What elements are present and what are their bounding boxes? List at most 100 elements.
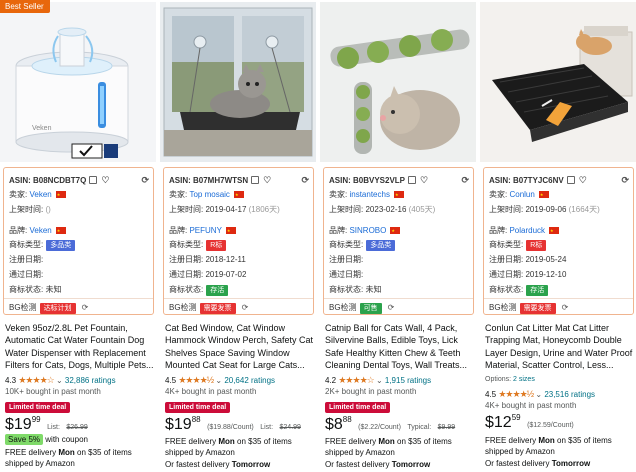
type-label: 商标类型:	[9, 240, 44, 249]
unit-price: ($19.88/Count)	[207, 424, 254, 431]
brand-link[interactable]: Polarduck	[509, 226, 545, 235]
asin-row: ASIN: B08NCDBT7Q ♡ ⟳	[9, 174, 149, 186]
product-image[interactable]	[320, 2, 476, 162]
chevron-down-icon[interactable]: ⌄	[376, 376, 383, 385]
seller-link[interactable]: Veken	[29, 190, 51, 199]
china-flag-icon	[55, 189, 66, 201]
unit-price: ($12.59/Count)	[527, 422, 574, 429]
ratings-count-link[interactable]: 1,915 ratings	[385, 376, 431, 385]
star-rating-icon[interactable]: ★★★★☆	[18, 375, 54, 385]
listed-date: 2019-04-17	[205, 205, 247, 214]
star-rating-icon[interactable]: ★★★★½	[178, 375, 214, 385]
list-price: $26.99	[66, 424, 88, 431]
seller-link[interactable]: Conlun	[509, 190, 534, 199]
seller-link[interactable]: instantechs	[349, 190, 389, 199]
listed-label: 上架时间:	[169, 205, 204, 214]
asin-row: ASIN: B0BVYS2VLP ♡ ⟳	[329, 174, 469, 186]
options-link[interactable]: 2 sizes	[513, 376, 535, 383]
china-flag-icon	[225, 225, 236, 237]
ratings-count-link[interactable]: 32,886 ratings	[65, 376, 116, 385]
chevron-down-icon[interactable]: ⌄	[535, 390, 542, 399]
fastest-delivery-day: Tomorrow	[391, 459, 431, 469]
fastest-delivery-label: Or fastest delivery	[485, 458, 550, 468]
reg-date: 2019-05-24	[525, 255, 567, 264]
heart-icon[interactable]: ♡	[579, 174, 587, 186]
heart-icon[interactable]: ♡	[263, 174, 271, 186]
ratings-count-link[interactable]: 20,642 ratings	[224, 376, 275, 385]
product-title[interactable]: Veken 95oz/2.8L Pet Fountain, Automatic …	[5, 322, 155, 371]
product-image[interactable]: Veken	[0, 2, 156, 162]
reg-date-label: 注册日期:	[489, 255, 524, 264]
trademark-type-tag: 多品类	[46, 240, 76, 251]
seller-link[interactable]: Top mosaic	[189, 190, 229, 199]
listed-date: 2023-02-16	[365, 205, 407, 214]
copy-icon[interactable]	[251, 176, 260, 184]
divider	[324, 298, 473, 299]
copy-icon[interactable]	[89, 176, 98, 184]
refresh-icon[interactable]: ⟳	[562, 303, 569, 312]
options-row: Options: 2 sizes	[485, 376, 535, 383]
copy-icon[interactable]	[408, 176, 417, 184]
price-whole: $8	[325, 416, 343, 433]
product-image[interactable]	[480, 2, 636, 162]
refresh-icon[interactable]: ⟳	[242, 303, 249, 312]
star-rating-icon[interactable]: ★★★★☆	[338, 375, 374, 385]
typical-price-label: Typical:	[407, 424, 432, 431]
ratings-count-link[interactable]: 23,516 ratings	[544, 390, 595, 399]
product-image[interactable]	[160, 2, 316, 162]
listed-date: 2019-09-06	[525, 205, 567, 214]
bg-check-tag[interactable]: 需要发票	[199, 303, 236, 314]
product-title[interactable]: Conlun Cat Litter Mat Cat Litter Trappin…	[485, 322, 635, 371]
rating-value: 4.3	[5, 376, 17, 385]
delivery-info: FREE delivery Mon on $35 of items shippe…	[165, 436, 315, 470]
limited-time-deal-badge: Limited time deal	[5, 402, 71, 413]
refresh-icon[interactable]: ⟳	[141, 174, 149, 186]
bg-check-tag[interactable]: 达标计划	[39, 303, 76, 314]
rating-value: 4.5	[485, 390, 497, 399]
copy-icon[interactable]	[566, 176, 575, 184]
bg-check-label: BG检测	[329, 303, 357, 312]
bg-check-tag[interactable]: 需要发票	[519, 303, 556, 314]
rating-row: 4.2 ★★★★☆ ⌄ 1,915 ratings	[325, 375, 431, 386]
reg-date-label: 注册日期:	[9, 255, 44, 264]
asin-text: ASIN: B0BVYS2VLP	[329, 176, 406, 185]
reg-date: 2018-12-11	[205, 255, 246, 264]
refresh-icon[interactable]: ⟳	[82, 303, 89, 312]
china-flag-icon	[549, 225, 560, 237]
chevron-down-icon[interactable]: ⌄	[56, 376, 63, 385]
product-title[interactable]: Cat Bed Window, Cat Window Hammock Windo…	[165, 322, 315, 371]
trademark-type-tag: R标	[526, 240, 547, 251]
status-label: 商标状态:	[329, 285, 364, 294]
price-row: $1988 ($19.88/Count) List: $24.99	[165, 415, 301, 434]
unit-price: ($2.22/Count)	[358, 424, 401, 431]
brand-link[interactable]: PEFUNY	[189, 226, 221, 235]
coupon-badge[interactable]: Save 5%	[5, 434, 44, 445]
brand-link[interactable]: SINROBO	[349, 226, 386, 235]
chevron-down-icon[interactable]: ⌄	[215, 376, 222, 385]
refresh-icon[interactable]: ⟳	[461, 174, 469, 186]
refresh-icon[interactable]: ⟳	[388, 303, 395, 312]
refresh-icon[interactable]: ⟳	[621, 174, 629, 186]
refresh-icon[interactable]: ⟳	[301, 174, 309, 186]
product-title[interactable]: Catnip Ball for Cats Wall, 4 Pack, Silve…	[325, 322, 475, 371]
brand-label: 品牌:	[9, 226, 28, 235]
heart-icon[interactable]: ♡	[101, 174, 109, 186]
listed-days: (405天)	[408, 205, 436, 214]
product-card: ASIN: B0BVYS2VLP ♡ ⟳ 卖家: instantechs 上架时间…	[320, 0, 476, 472]
heart-icon[interactable]: ♡	[420, 174, 428, 186]
pass-date: 2019-12-10	[525, 270, 567, 279]
bg-check-tag[interactable]: 可售	[359, 303, 382, 314]
brand-label: 品牌:	[329, 226, 348, 235]
free-delivery-label: FREE delivery	[165, 437, 217, 446]
bg-check-label: BG检测	[489, 303, 517, 312]
pass-date-label: 通过日期:	[9, 270, 44, 279]
price-whole: $12	[485, 414, 512, 431]
seller-label: 卖家:	[489, 190, 508, 199]
star-rating-icon[interactable]: ★★★★½	[498, 389, 534, 399]
brand-link[interactable]: Veken	[29, 226, 51, 235]
fastest-delivery-day: Tomorrow	[551, 458, 591, 468]
pass-date-label: 通过日期:	[169, 270, 204, 279]
price-row: $1259 ($12.59/Count)	[485, 413, 574, 432]
list-price-label: List:	[47, 424, 60, 431]
product-card: ASIN: B07MH7WTSN ♡ ⟳ 卖家: Top mosaic 上架时间:…	[160, 0, 316, 472]
